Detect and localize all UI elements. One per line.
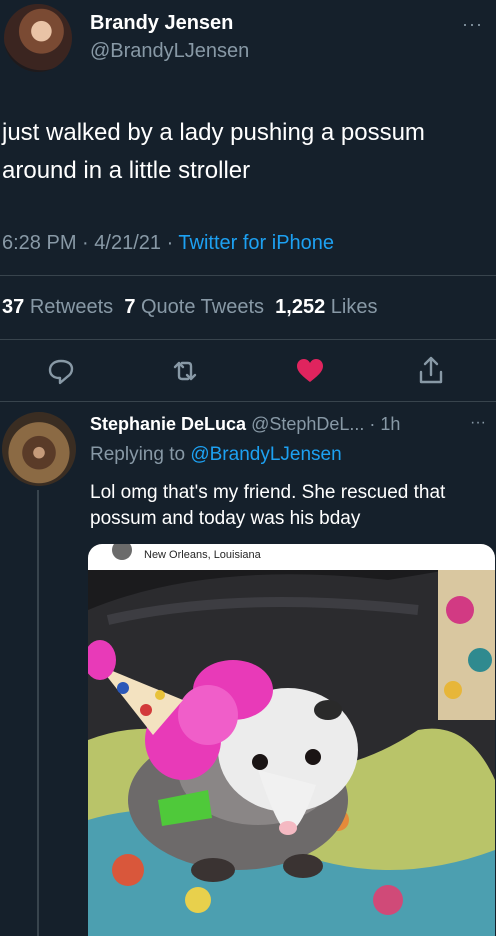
replying-to-handle[interactable]: @BrandyLJensen	[190, 444, 341, 465]
tweet-date[interactable]: 4/21/21	[94, 232, 161, 254]
reply-icon	[48, 359, 74, 385]
like-button[interactable]	[293, 354, 327, 388]
author-avatar[interactable]	[4, 4, 72, 72]
thread-line	[37, 490, 39, 936]
reply-button[interactable]	[44, 354, 78, 388]
author-name[interactable]: Brandy Jensen	[90, 12, 233, 35]
divider	[0, 275, 496, 276]
tweet-meta: 6:28 PM · 4/21/21 · Twitter for iPhone	[2, 232, 334, 255]
tweet-source[interactable]: Twitter for iPhone	[178, 232, 334, 254]
tweet-stats: 37 Retweets 7 Quote Tweets 1,252 Likes	[2, 296, 378, 319]
divider	[0, 339, 496, 340]
author-handle[interactable]: @BrandyLJensen	[90, 40, 249, 63]
reply-header: Stephanie DeLuca @StephDeL... · 1h	[90, 414, 400, 435]
reply-author-name[interactable]: Stephanie DeLuca	[90, 414, 246, 434]
photo-location: New Orleans, Louisiana	[144, 549, 261, 561]
quote-tweets-stat[interactable]: 7 Quote Tweets	[124, 296, 264, 318]
reply-photo[interactable]: New Orleans, Louisiana	[88, 544, 495, 936]
photo-location-banner: New Orleans, Louisiana	[88, 544, 495, 570]
retweet-icon	[173, 361, 197, 381]
more-options-icon[interactable]: ···	[462, 14, 483, 35]
tweet-text: just walked by a lady pushing a possum a…	[2, 119, 425, 184]
retweets-stat[interactable]: 37 Retweets	[2, 296, 113, 318]
likes-stat[interactable]: 1,252 Likes	[275, 296, 377, 318]
photo-avatar-icon	[112, 544, 132, 560]
replying-to: Replying to @BrandyLJensen	[90, 444, 342, 465]
reply-author-avatar[interactable]	[2, 412, 76, 486]
divider	[0, 401, 496, 402]
heart-icon	[297, 359, 323, 382]
reply-text: Lol omg that's my friend. She rescued th…	[90, 482, 446, 529]
retweet-button[interactable]	[168, 354, 202, 388]
possum-photo-image	[88, 570, 495, 936]
meta-separator: ·	[166, 232, 179, 254]
reply-author-handle[interactable]: @StephDeL...	[251, 414, 364, 434]
meta-separator: ·	[82, 232, 95, 254]
share-button[interactable]	[414, 354, 448, 388]
share-icon	[419, 356, 443, 384]
reply-age[interactable]: · 1h	[369, 414, 400, 434]
tweet-time[interactable]: 6:28 PM	[2, 232, 76, 254]
reply-more-options-icon[interactable]: ···	[470, 414, 486, 432]
